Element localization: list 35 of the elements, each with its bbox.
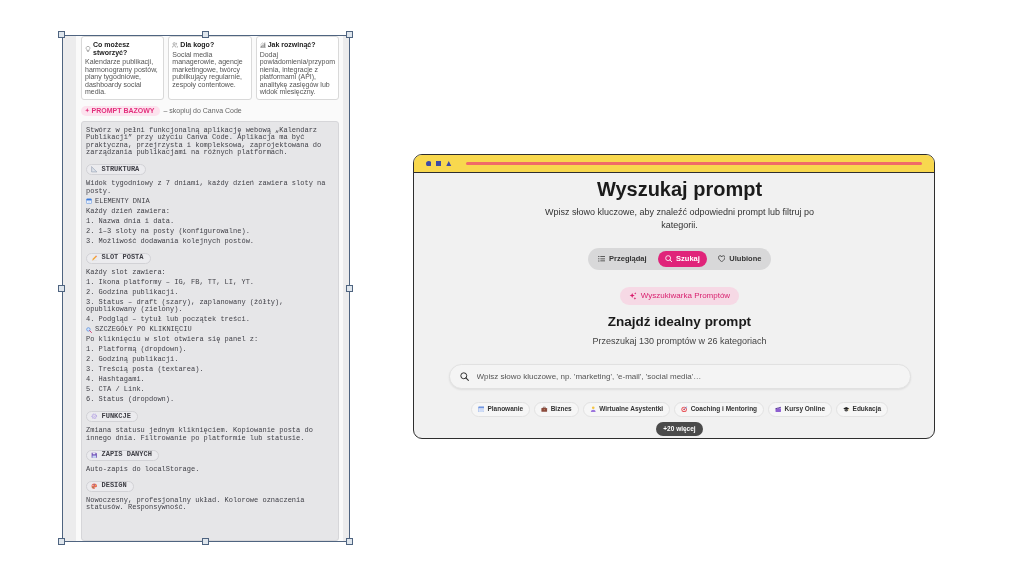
page-subtitle: Wpisz słowo kluczowe, aby znaleźć odpowiedni prompt lub filtruj po kategorii. [543,206,816,232]
search-icon [459,371,469,381]
prompt-count-text: Przeszukaj 130 promptów w 26 kategoriach [592,334,767,347]
badge-text: Wyszukiwarka Promptów [640,289,731,302]
resize-handle[interactable] [58,284,65,292]
resize-handle[interactable] [202,538,209,545]
search-icon [664,254,673,263]
calendar-icon [86,198,92,205]
gear-icon [91,413,98,420]
lightbulb-icon [85,45,91,52]
chart-icon [259,41,266,48]
palette-icon [91,482,98,490]
resize-handle[interactable] [346,538,353,545]
resize-handle[interactable] [58,538,65,545]
clapperboard-icon [775,405,782,413]
magnifier-icon [86,326,92,333]
target-icon [681,405,688,413]
briefcase-icon [541,405,548,413]
resize-handle[interactable] [58,31,65,38]
section-heading: Znajdź idealny prompt [607,313,752,330]
triangle-icon [446,160,452,166]
heart-icon [717,254,726,263]
star-icon [85,108,90,113]
resize-handle[interactable] [346,31,353,38]
people-icon [172,41,179,48]
page-title: Wyszukaj prompt [596,176,763,201]
calendar-icon [477,405,485,413]
search-field[interactable]: Wpisz słowo kluczowe, np. 'marketing', 'e-mail', 'social media'… [448,363,911,389]
resize-handle[interactable] [202,31,209,38]
graduation-cap-icon [843,405,850,413]
sparkle-icon [628,291,637,300]
list-icon [597,254,606,263]
circle-icon [425,160,431,166]
person-icon [589,405,597,413]
resize-handle[interactable] [346,284,353,292]
